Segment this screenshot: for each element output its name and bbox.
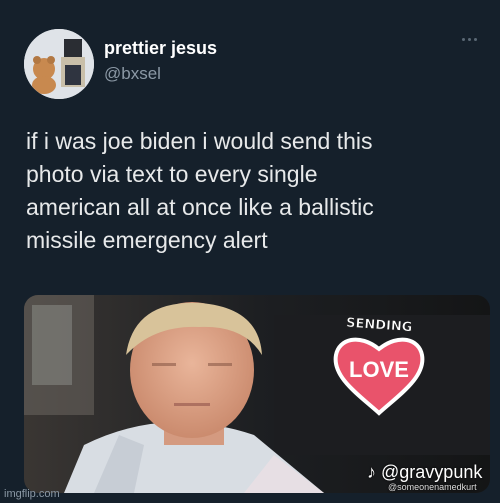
tweet-text: if i was joe biden i would send this pho… — [26, 125, 486, 257]
more-options-icon[interactable] — [462, 38, 480, 44]
tweet-text-line: american all at once like a ballistic — [26, 194, 374, 220]
tweet-text-line: missile emergency alert — [26, 227, 268, 253]
watermark: imgflip.com — [4, 488, 60, 500]
tweet-card: prettier jesus @bxsel if i was joe biden… — [0, 0, 500, 503]
tiktok-logo-icon: ♪ — [367, 462, 376, 482]
tiktok-sub-user: @someonenamedkurt — [388, 482, 477, 492]
avatar[interactable] — [24, 29, 94, 99]
user-handle[interactable]: @bxsel — [104, 64, 161, 84]
tweet-text-line: if i was joe biden i would send this — [26, 128, 373, 154]
tweet-text-line: photo via text to every single — [26, 161, 318, 187]
sticker-main-text: LOVE — [349, 357, 409, 382]
display-name[interactable]: prettier jesus — [104, 38, 217, 59]
tiktok-username: ♪ @gravypunk — [367, 462, 482, 483]
tiktok-user: @gravypunk — [381, 462, 483, 482]
